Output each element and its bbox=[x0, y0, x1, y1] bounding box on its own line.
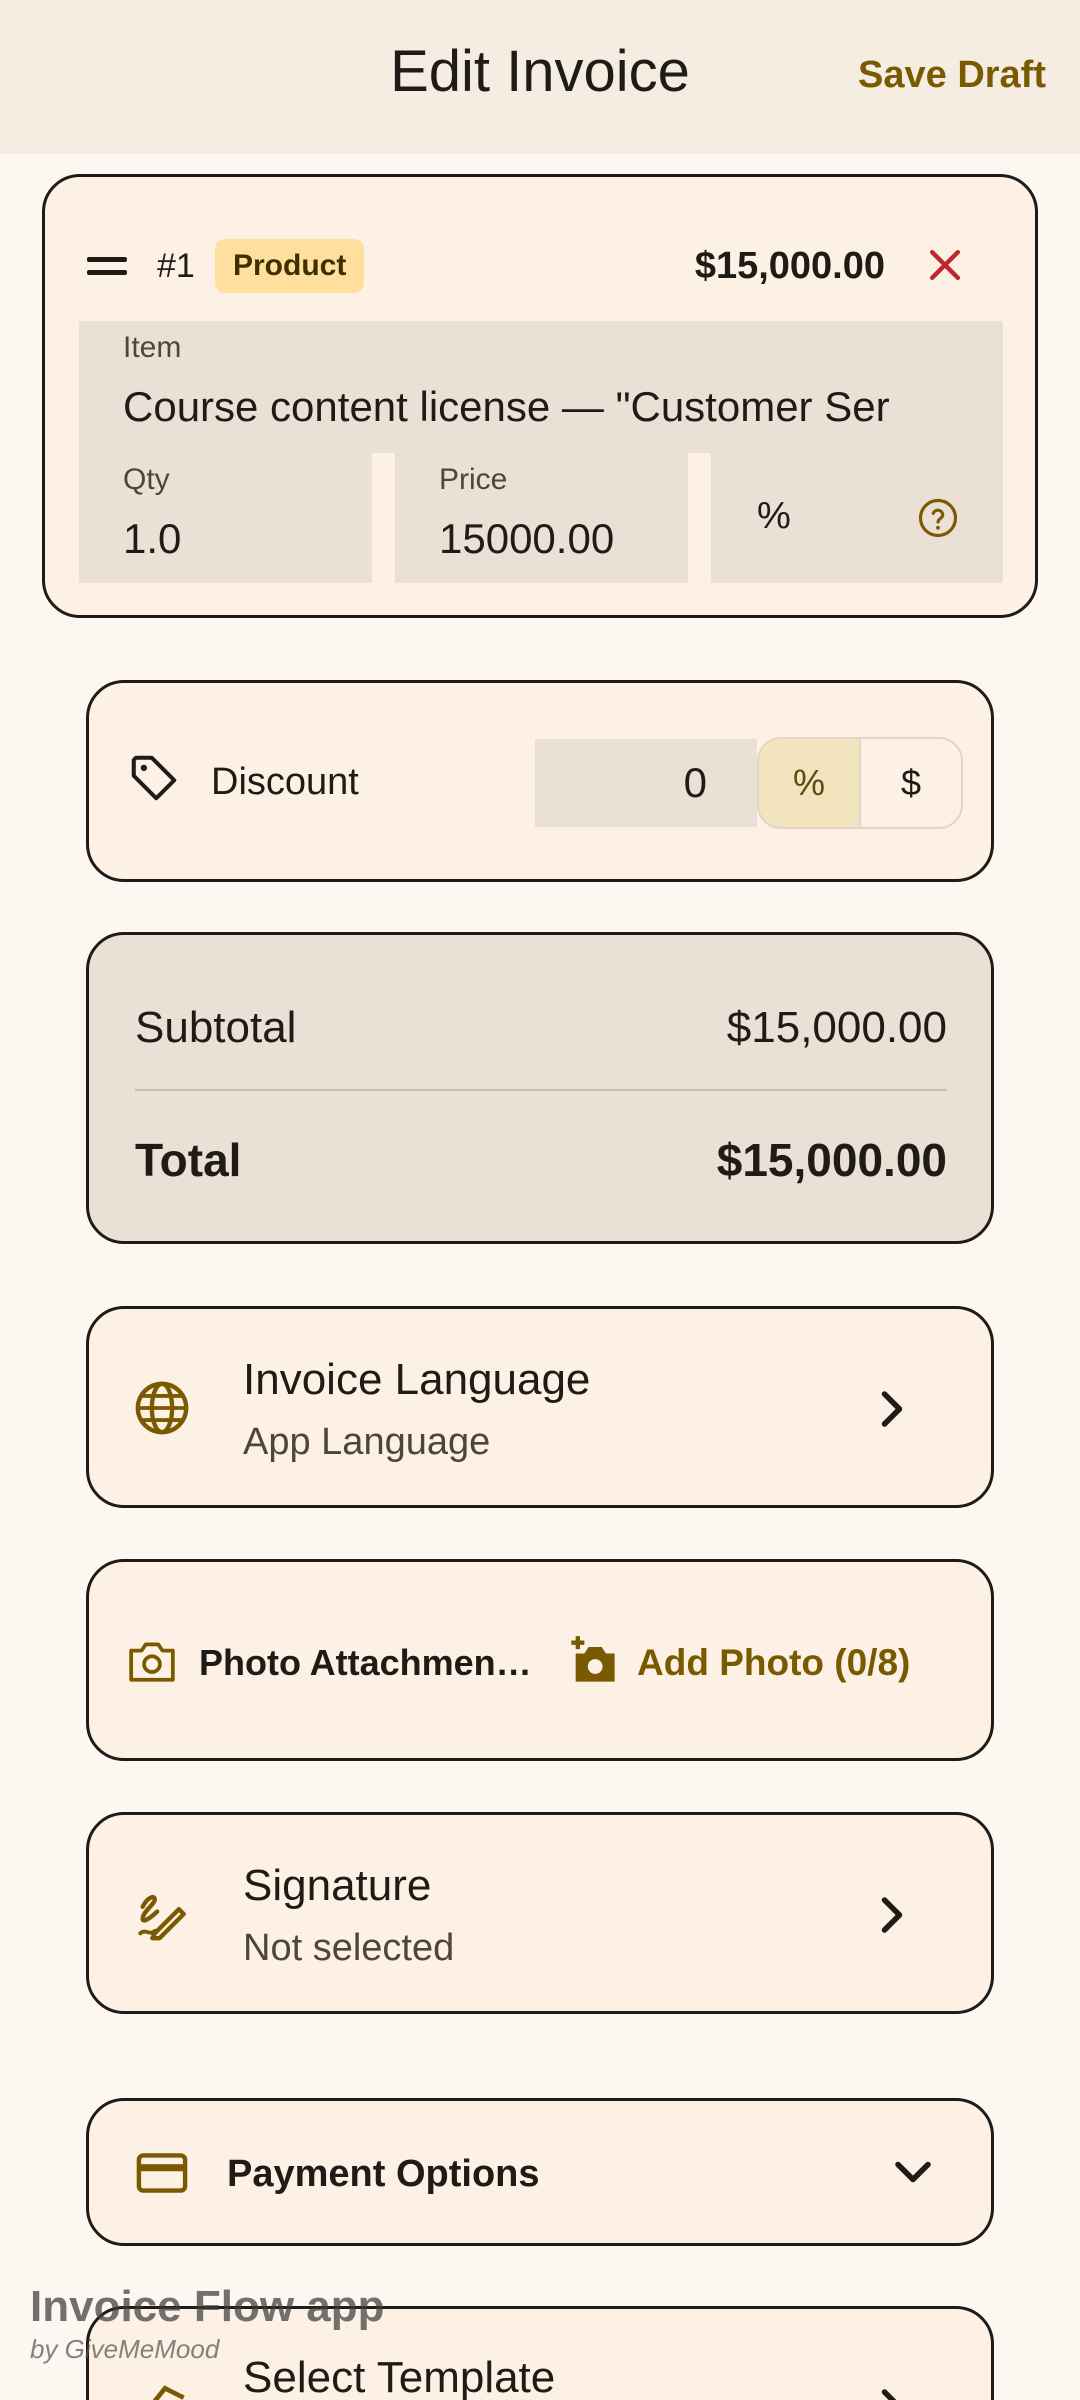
chevron-right-icon bbox=[881, 2389, 897, 2400]
price-label: Price bbox=[439, 463, 508, 496]
camera-icon bbox=[129, 1642, 175, 1682]
totals-card: Subtotal $15,000.00 Total $15,000.00 bbox=[86, 932, 994, 1244]
tax-percent-symbol: % bbox=[757, 495, 791, 537]
qty-value: 1.0 bbox=[123, 515, 182, 562]
invoice-language-value: App Language bbox=[243, 1421, 491, 1463]
invoice-language-title: Invoice Language bbox=[243, 1355, 591, 1404]
signature-title: Signature bbox=[243, 1861, 432, 1910]
item-number: #1 bbox=[157, 247, 195, 285]
tag-icon bbox=[131, 755, 177, 801]
total-value: $15,000.00 bbox=[716, 1134, 947, 1186]
signature-row[interactable]: Signature Not selected bbox=[86, 1812, 994, 2014]
signature-value: Not selected bbox=[243, 1927, 455, 1969]
credit-card-icon bbox=[136, 2153, 188, 2193]
item-amount: $15,000.00 bbox=[694, 245, 885, 287]
payment-options-title: Payment Options bbox=[227, 2153, 540, 2195]
field-separator bbox=[372, 453, 395, 583]
divider bbox=[135, 1089, 947, 1091]
save-draft-button[interactable]: Save Draft bbox=[858, 54, 1046, 97]
help-icon[interactable] bbox=[917, 497, 959, 539]
field-separator bbox=[688, 453, 711, 583]
item-field-label: Item bbox=[123, 331, 182, 364]
total-label: Total bbox=[135, 1134, 242, 1186]
signature-icon bbox=[138, 1894, 186, 1941]
top-app-bar: Edit Invoice Save Draft bbox=[0, 0, 1080, 154]
chevron-right-icon bbox=[881, 1897, 903, 1933]
photo-attachments-title: Photo Attachmen… bbox=[199, 1642, 532, 1683]
watermark-title: Invoice Flow app bbox=[30, 2282, 385, 2331]
subtotal-label: Subtotal bbox=[135, 1003, 297, 1052]
discount-percent-toggle[interactable]: % bbox=[757, 737, 861, 829]
discount-input[interactable]: 0 bbox=[535, 739, 757, 827]
discount-dollar-toggle[interactable]: $ bbox=[859, 737, 963, 829]
invoice-language-row[interactable]: Invoice Language App Language bbox=[86, 1306, 994, 1508]
item-type-badge[interactable]: Product bbox=[215, 239, 365, 293]
tax-field[interactable]: % bbox=[711, 453, 1003, 583]
subtotal-value: $15,000.00 bbox=[726, 1003, 947, 1052]
discount-card: Discount 0 % $ bbox=[86, 680, 994, 882]
chevron-right-icon bbox=[881, 1391, 903, 1427]
item-field[interactable]: Item Course content license — "Customer … bbox=[79, 321, 1003, 583]
add-photo-button[interactable]: Add Photo (0/8) bbox=[637, 1642, 910, 1684]
drag-handle-icon[interactable] bbox=[87, 257, 127, 281]
template-icon bbox=[152, 2385, 185, 2400]
chevron-down-icon bbox=[895, 2161, 931, 2183]
photo-attachments-card: Photo Attachmen… Add Photo (0/8) bbox=[86, 1559, 994, 1761]
price-field[interactable]: Price 15000.00 bbox=[395, 453, 688, 583]
app-watermark: Invoice Flow app by GiveMeMood bbox=[30, 2282, 385, 2365]
qty-field[interactable]: Qty 1.0 bbox=[79, 453, 372, 583]
discount-label: Discount bbox=[211, 761, 359, 803]
price-value: 15000.00 bbox=[439, 515, 615, 562]
line-item-card: #1 Product $15,000.00 Item Course conten… bbox=[42, 174, 1038, 618]
globe-icon bbox=[135, 1381, 189, 1435]
close-icon[interactable] bbox=[923, 243, 967, 287]
watermark-subtitle: by GiveMeMood bbox=[30, 2334, 220, 2364]
payment-options-row[interactable]: Payment Options bbox=[86, 2098, 994, 2246]
qty-label: Qty bbox=[123, 463, 170, 496]
item-field-value: Course content license — "Customer Ser bbox=[123, 383, 890, 430]
add-photo-icon[interactable] bbox=[567, 1634, 619, 1686]
